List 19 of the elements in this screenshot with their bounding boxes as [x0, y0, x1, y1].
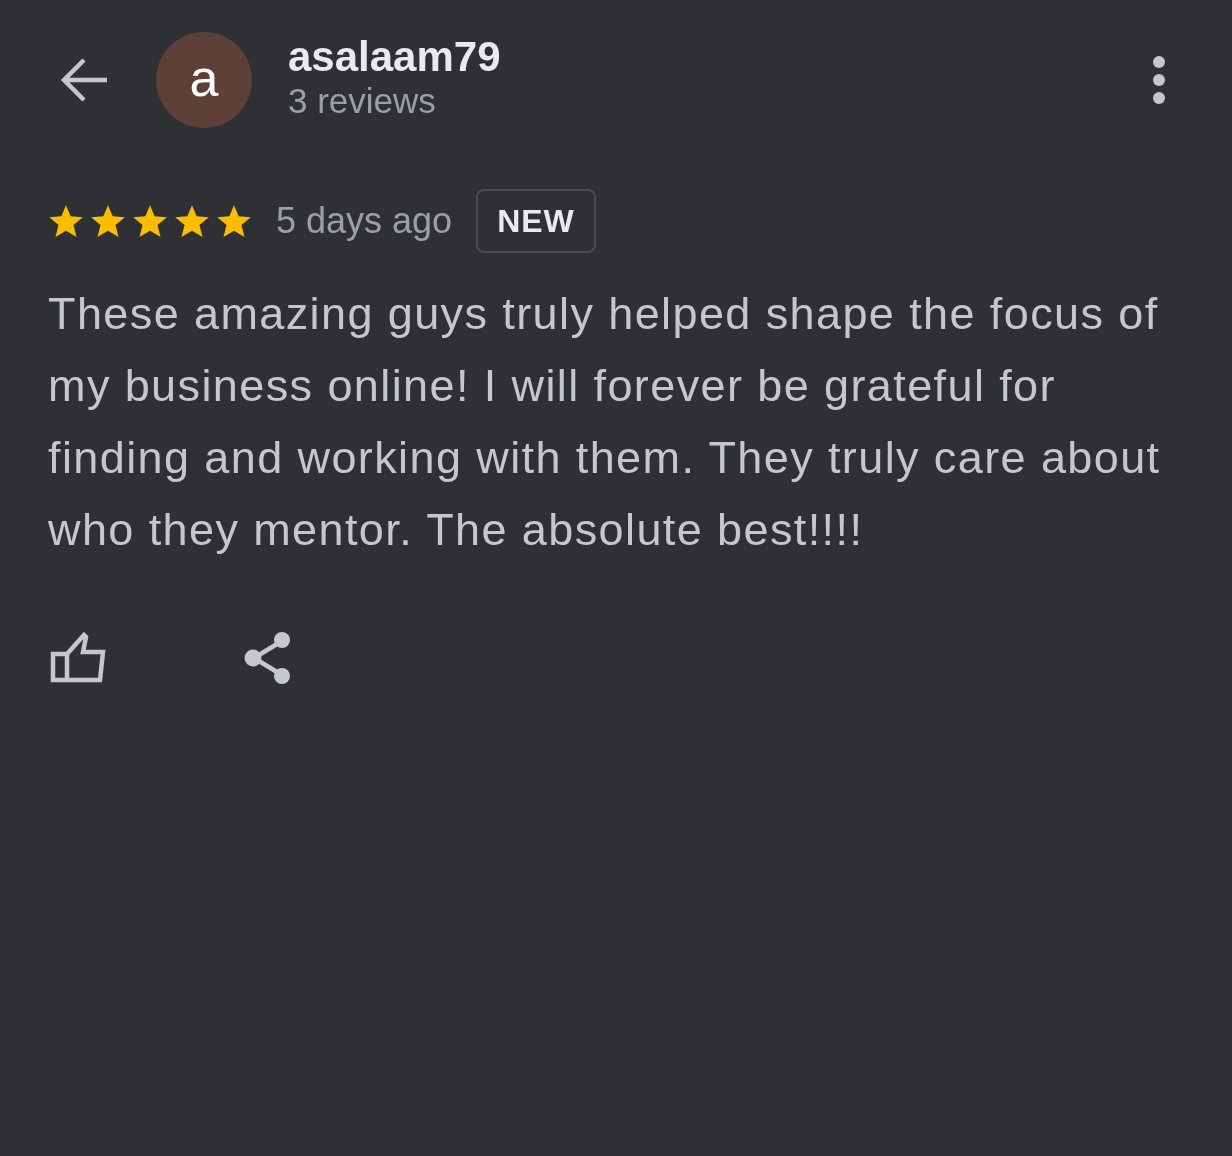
share-icon: [244, 632, 292, 684]
reviewer-name: asalaam79: [288, 33, 501, 81]
star-icon: [48, 203, 84, 239]
star-icon: [216, 203, 252, 239]
thumbs-up-icon: [50, 632, 106, 684]
avatar: a: [156, 32, 252, 128]
share-button[interactable]: [244, 632, 292, 684]
review-count: 3 reviews: [288, 81, 437, 121]
back-button[interactable]: [60, 57, 108, 103]
new-badge: NEW: [476, 189, 596, 253]
review-text: These amazing guys truly helped shape the focus of my business online! I will forever be grateful for finding and working with them. They truly care about who they mentor. The absolute best!!!!: [48, 287, 1162, 557]
star-icon: [132, 203, 168, 239]
review-time: 5 days ago: [276, 200, 453, 242]
back-arrow-icon: [60, 57, 108, 103]
like-button[interactable]: [50, 632, 106, 684]
star-icon: [174, 203, 210, 239]
more-options-button[interactable]: [1152, 55, 1166, 105]
star-icon: [90, 203, 126, 239]
more-options-icon: [1153, 56, 1165, 104]
